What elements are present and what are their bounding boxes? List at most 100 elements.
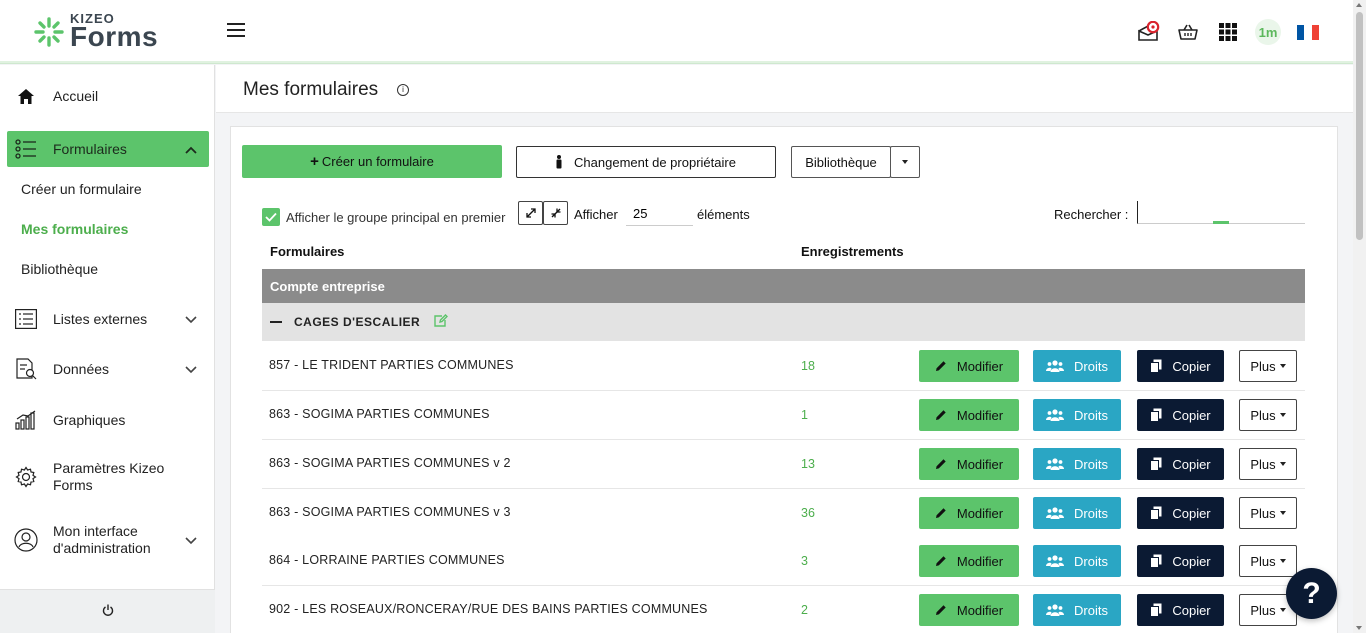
logo-mark-icon [32,15,66,49]
sidebar-item-accueil[interactable]: Accueil [7,82,209,110]
users-icon [1046,604,1065,616]
more-dropdown-button[interactable]: Plus [1239,497,1297,529]
more-dropdown-button[interactable]: Plus [1239,448,1297,480]
form-name[interactable]: 864 - LORRAINE PARTIES COMMUNES [269,553,505,567]
more-dropdown-button[interactable]: Plus [1239,545,1297,577]
record-count[interactable]: 18 [801,359,815,373]
form-name[interactable]: 902 - LES ROSEAUX/RONCERAY/RUE DES BAINS… [269,602,708,616]
collapse-all-button[interactable] [543,201,568,225]
more-label: Plus [1250,407,1276,423]
sidebar-item-parametres[interactable]: Paramètres Kizeo Forms [7,460,209,494]
elements-label: éléments [697,207,750,222]
flag-fr-icon[interactable] [1288,16,1328,48]
copy-icon [1150,554,1162,568]
record-count[interactable]: 2 [801,603,808,617]
form-name[interactable]: 863 - SOGIMA PARTIES COMMUNES v 3 [269,505,511,519]
basket-icon[interactable] [1168,16,1208,48]
create-form-button[interactable]: + Créer un formulaire [242,145,502,178]
page-header: Mes formulaires i [216,65,1353,113]
sidebar-item-donnees[interactable]: Données [7,355,209,383]
copy-button[interactable]: Copier [1137,448,1224,480]
users-icon [1046,555,1065,567]
sidebar-item-admin-interface[interactable]: Mon interface d'administration [7,523,209,557]
copy-icon [1150,457,1162,471]
info-icon[interactable]: i [397,84,409,96]
hamburger-menu-icon[interactable] [227,23,245,39]
edit-group-icon[interactable] [434,314,449,330]
sidebar-subitem-my-forms[interactable]: Mes formulaires [21,221,128,237]
person-icon [556,155,562,169]
modify-button[interactable]: Modifier [919,350,1019,382]
record-count[interactable]: 13 [801,457,815,471]
modify-label: Modifier [956,358,1004,374]
sidebar-subitem-library[interactable]: Bibliothèque [21,261,98,277]
expand-all-button[interactable] [518,201,543,225]
chevron-down-icon [185,533,197,548]
caret-down-icon [1279,462,1286,466]
chart-icon [7,410,45,430]
rights-button[interactable]: Droits [1033,594,1121,626]
scroll-up-arrow-icon[interactable] [1356,3,1362,7]
sidebar-item-formulaires[interactable]: Formulaires [7,131,209,167]
page-size-input[interactable] [626,201,693,226]
copy-label: Copier [1172,407,1211,423]
modify-button[interactable]: Modifier [919,448,1019,480]
copy-button[interactable]: Copier [1137,399,1224,431]
pencil-icon [935,458,947,470]
record-count[interactable]: 36 [801,506,815,520]
rights-button[interactable]: Droits [1033,399,1121,431]
sidebar-subitem-create-form[interactable]: Créer un formulaire [21,181,142,197]
modify-button[interactable]: Modifier [919,399,1019,431]
copy-icon [1150,408,1162,422]
page-scrollbar[interactable] [1353,0,1366,633]
sidebar-item-listes-externes[interactable]: Listes externes [7,305,209,333]
copy-label: Copier [1172,358,1211,374]
help-button[interactable]: ? [1286,568,1337,619]
apps-grid-icon[interactable] [1208,16,1248,48]
main-group-first-checkbox[interactable] [262,208,280,226]
library-button[interactable]: Bibliothèque [791,146,891,178]
modify-button[interactable]: Modifier [919,545,1019,577]
data-icon [7,358,45,380]
column-header-records[interactable]: Enregistrements [801,244,904,259]
sidebar-item-label: Paramètres Kizeo Forms [53,460,165,493]
expand-icon [525,208,536,218]
change-owner-button[interactable]: Changement de propriétaire [516,146,776,178]
rights-label: Droits [1074,407,1108,423]
copy-button[interactable]: Copier [1137,545,1224,577]
rights-button[interactable]: Droits [1033,350,1121,382]
record-count[interactable]: 1 [801,408,808,422]
form-name[interactable]: 863 - SOGIMA PARTIES COMMUNES v 2 [269,456,511,470]
rights-label: Droits [1074,505,1108,521]
rights-button[interactable]: Droits [1033,545,1121,577]
more-dropdown-button[interactable]: Plus [1239,350,1297,382]
avatar: 1m [1255,19,1281,45]
sidebar-item-label: Listes externes [53,310,148,327]
modify-button[interactable]: Modifier [919,594,1019,626]
column-header-forms[interactable]: Formulaires [270,244,344,259]
record-count[interactable]: 3 [801,554,808,568]
change-owner-label: Changement de propriétaire [574,154,736,170]
collapse-group-icon[interactable] [270,321,282,323]
rights-button[interactable]: Droits [1033,497,1121,529]
power-icon[interactable] [102,604,114,619]
table-row: 863 - SOGIMA PARTIES COMMUNES v 3 36 Mod… [262,489,1305,538]
modify-button[interactable]: Modifier [919,497,1019,529]
notification-icon[interactable] [1128,16,1168,48]
more-label: Plus [1250,505,1276,521]
rights-button[interactable]: Droits [1033,448,1121,480]
more-dropdown-button[interactable]: Plus [1239,399,1297,431]
gear-icon [7,466,45,488]
user-avatar[interactable]: 1m [1248,16,1288,48]
copy-button[interactable]: Copier [1137,497,1224,529]
sidebar-item-graphiques[interactable]: Graphiques [7,406,209,434]
kizeo-forms-logo[interactable]: KIZEO Forms [32,12,158,51]
form-name[interactable]: 857 - LE TRIDENT PARTIES COMMUNES [269,358,514,372]
form-name[interactable]: 863 - SOGIMA PARTIES COMMUNES [269,407,490,421]
scrollbar-thumb[interactable] [1356,12,1363,240]
library-dropdown-button[interactable] [890,146,920,178]
copy-button[interactable]: Copier [1137,350,1224,382]
scroll-down-arrow-icon[interactable] [1356,626,1362,630]
copy-button[interactable]: Copier [1137,594,1224,626]
copy-label: Copier [1172,602,1211,618]
